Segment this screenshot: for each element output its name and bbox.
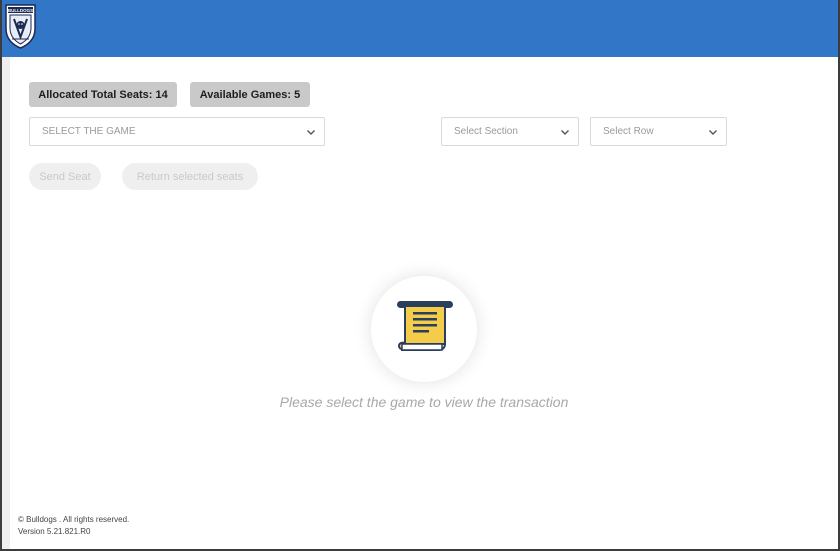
copyright-text: © Bulldogs . All rights reserved. — [18, 515, 130, 524]
top-header-bar: BULLDOGS — [2, 0, 838, 57]
version-text: Version 5.21.821.R0 — [18, 527, 91, 536]
available-games-badge: Available Games: 5 — [190, 82, 310, 107]
chevron-down-icon — [709, 129, 717, 135]
section-select-label: Select Section — [454, 126, 518, 137]
send-seat-button[interactable]: Send Seat — [29, 163, 101, 190]
bulldogs-shield-icon[interactable]: BULLDOGS — [4, 3, 37, 49]
chevron-down-icon — [561, 129, 569, 135]
row-select-label: Select Row — [603, 126, 654, 137]
return-selected-seats-button[interactable]: Return selected seats — [122, 163, 258, 190]
empty-state-message: Please select the game to view the trans… — [279, 394, 569, 410]
footer: © Bulldogs . All rights reserved. Versio… — [18, 514, 129, 538]
left-gutter — [2, 57, 10, 549]
scroll-receipt-icon — [397, 301, 453, 351]
app-window: BULLDOGS Allocated Total Seats: 14 Avail… — [0, 0, 840, 551]
logo-text: BULLDOGS — [8, 8, 33, 13]
chevron-down-icon — [307, 129, 315, 135]
row-select[interactable]: Select Row — [590, 117, 727, 146]
section-select[interactable]: Select Section — [441, 117, 579, 146]
game-select-label: SELECT THE GAME — [42, 126, 136, 137]
game-select[interactable]: SELECT THE GAME — [29, 117, 325, 146]
allocated-seats-badge: Allocated Total Seats: 14 — [29, 82, 177, 107]
